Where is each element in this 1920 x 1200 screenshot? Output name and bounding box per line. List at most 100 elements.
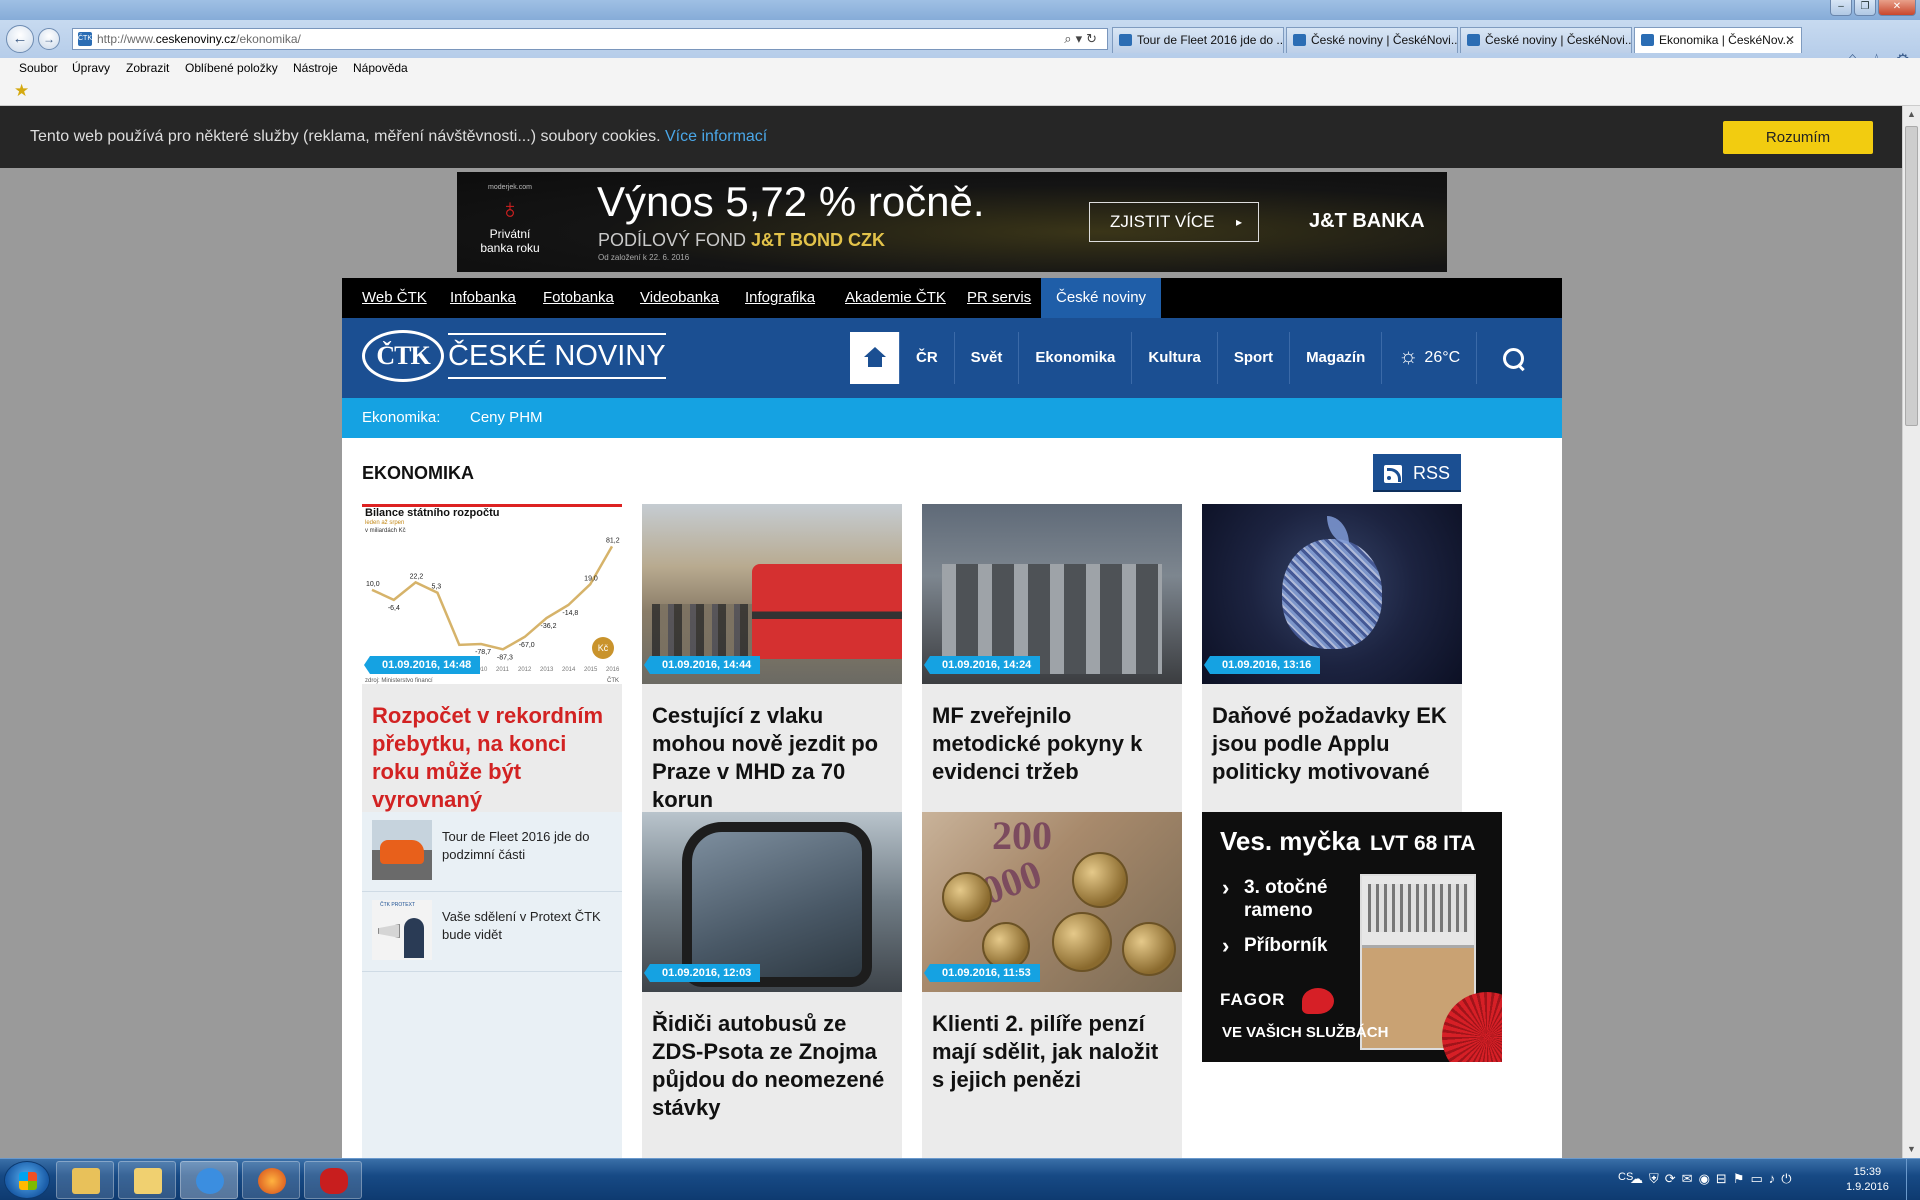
topnav-pr-servis[interactable]: PR servis xyxy=(967,289,1031,306)
folder-icon xyxy=(72,1168,100,1194)
topnav-web-ctk[interactable]: Web ČTK xyxy=(362,289,427,306)
card-title[interactable]: Cestující z vlaku mohou nově jezdit po P… xyxy=(652,702,892,814)
card-title[interactable]: Daňové požadavky EK jsou podle Applu pol… xyxy=(1212,702,1452,786)
menu-kultura[interactable]: Kultura xyxy=(1132,332,1218,384)
menu-favorites[interactable]: Oblíbené položky xyxy=(185,61,278,75)
taskbar-firefox[interactable] xyxy=(242,1161,300,1199)
car-thumbnail xyxy=(372,820,432,880)
list-item-text[interactable]: Vaše sdělení v Protext ČTK bude vidět xyxy=(442,908,612,944)
article-card[interactable]: 01.09.2016, 14:24 MF zveřejnilo metodick… xyxy=(922,504,1182,824)
taskbar-internet-explorer[interactable] xyxy=(180,1161,238,1199)
rss-button[interactable]: RSS xyxy=(1373,454,1461,492)
article-card[interactable]: 01.09.2016, 14:44 Cestující z vlaku moho… xyxy=(642,504,902,824)
ad-logo-text: Privátní banka roku xyxy=(480,227,540,255)
menu-tools[interactable]: Nástroje xyxy=(293,61,338,75)
browser-tab-active[interactable]: Ekonomika | ČeskéNov... ✕ xyxy=(1634,27,1802,53)
taskbar-clock[interactable]: 15:39 1.9.2016 xyxy=(1846,1165,1889,1195)
coin-shape xyxy=(982,922,1030,970)
show-desktop-button[interactable] xyxy=(1906,1159,1920,1200)
close-tab-icon[interactable]: ✕ xyxy=(1785,28,1795,52)
taskbar-explorer[interactable] xyxy=(56,1161,114,1199)
menu-file[interactable]: Soubor xyxy=(19,61,58,75)
forward-button[interactable]: → xyxy=(38,28,60,50)
coin-shape xyxy=(942,872,992,922)
firefox-icon xyxy=(258,1168,286,1194)
refresh-icon[interactable]: ↻ xyxy=(1086,31,1101,46)
topnav-infobanka[interactable]: Infobanka xyxy=(450,289,516,306)
display-icon[interactable]: ▭ xyxy=(1750,1171,1762,1187)
tab-favicon-icon xyxy=(1641,34,1654,46)
search-icon[interactable] xyxy=(1503,348,1525,370)
back-button[interactable]: ← xyxy=(6,25,34,53)
side-ad-banner[interactable]: Ves. myčka LVT 68 ITA 3. otočné rameno P… xyxy=(1202,812,1502,1062)
cloud-icon[interactable]: ☁ xyxy=(1630,1171,1643,1187)
menu-magazin[interactable]: Magazín xyxy=(1290,332,1383,384)
add-favorite-star-icon[interactable]: ★ xyxy=(14,81,29,101)
topnav-infografika[interactable]: Infografika xyxy=(745,289,815,306)
volume-icon[interactable]: ♪ xyxy=(1769,1171,1776,1187)
menu-home[interactable] xyxy=(850,332,900,384)
flag-icon[interactable]: ⚑ xyxy=(1733,1171,1745,1187)
card-date: 01.09.2016, 12:03 xyxy=(643,964,761,982)
article-card[interactable]: 200 1000 01.09.2016, 11:53 Klienti 2. pi… xyxy=(922,812,1182,1158)
top-ad-banner[interactable]: moderjek.com ♁ Privátní banka roku Výnos… xyxy=(457,172,1447,272)
shield-icon[interactable]: ⛨ xyxy=(1649,1171,1659,1187)
topnav-videobanka[interactable]: Videobanka xyxy=(640,289,719,306)
scroll-down-icon[interactable]: ▼ xyxy=(1903,1141,1920,1158)
menu-cr[interactable]: ČR xyxy=(900,332,955,384)
card-title[interactable]: Řidiči autobusů ze ZDS-Psota ze Znojma p… xyxy=(652,1010,892,1122)
site-logo[interactable]: ČTK ČESKÉ NOVINY xyxy=(362,330,666,382)
power-icon[interactable]: ⏻ xyxy=(1781,1171,1791,1187)
disk-icon[interactable]: ◉ xyxy=(1699,1171,1710,1187)
scroll-up-icon[interactable]: ▲ xyxy=(1903,106,1920,123)
weather-widget[interactable]: ☼ 26°C xyxy=(1382,332,1478,384)
cookie-more-link[interactable]: Více informací xyxy=(665,128,767,145)
browser-tab[interactable]: České noviny | ČeskéNovi... xyxy=(1286,27,1458,53)
tab-favicon-icon xyxy=(1467,34,1480,46)
topnav-akademie[interactable]: Akademie ČTK xyxy=(845,289,946,306)
menu-help[interactable]: Nápověda xyxy=(353,61,408,75)
cookie-accept-button[interactable]: Rozumím xyxy=(1723,121,1873,154)
menu-svet[interactable]: Svět xyxy=(955,332,1020,384)
search-icon[interactable]: ⌕ xyxy=(1064,31,1075,46)
subnav-ceny-phm[interactable]: Ceny PHM xyxy=(470,409,543,426)
ad-cta-button[interactable]: ZJISTIT VÍCE xyxy=(1089,202,1259,242)
card-title[interactable]: Rozpočet v rekordním přebytku, na konci … xyxy=(372,702,612,814)
browser-tab[interactable]: České noviny | ČeskéNovi... xyxy=(1460,27,1632,53)
article-card[interactable]: 01.09.2016, 12:03 Řidiči autobusů ze ZDS… xyxy=(642,812,902,1158)
article-card[interactable]: Bilance státního rozpočtu leden až srpen… xyxy=(362,504,622,824)
taskbar-mail[interactable] xyxy=(118,1161,176,1199)
list-item-text[interactable]: Tour de Fleet 2016 jde do podzimní části xyxy=(442,828,612,864)
restore-button[interactable]: ❐ xyxy=(1854,0,1876,16)
megaphone-icon xyxy=(378,924,400,938)
logo-mark: ČTK xyxy=(362,330,444,382)
card-title[interactable]: Klienti 2. pilíře penzí mají sdělit, jak… xyxy=(932,1010,1172,1094)
mail-icon xyxy=(134,1168,162,1194)
dropdown-icon[interactable]: ▾ xyxy=(1076,31,1087,46)
page-scrollbar[interactable]: ▲ ▼ xyxy=(1902,106,1920,1158)
topnav-fotobanka[interactable]: Fotobanka xyxy=(543,289,614,306)
chat-icon[interactable]: ✉ xyxy=(1682,1171,1693,1187)
url-path: /ekonomika/ xyxy=(236,32,301,46)
list-item[interactable]: Tour de Fleet 2016 jde do podzimní části xyxy=(362,812,622,892)
menu-view[interactable]: Zobrazit xyxy=(126,61,169,75)
scroll-thumb[interactable] xyxy=(1905,126,1918,426)
article-card[interactable]: 01.09.2016, 13:16 Daňové požadavky EK js… xyxy=(1202,504,1462,824)
menu-sport[interactable]: Sport xyxy=(1218,332,1291,384)
card-title[interactable]: MF zveřejnilo metodické pokyny k evidenc… xyxy=(932,702,1172,786)
address-bar[interactable]: ČTK http://www.ceskenoviny.cz/ekonomika/… xyxy=(72,28,1108,50)
system-tray: ☁ ⛨ ⟳ ✉ ◉ ⊟ ⚑ ▭ ♪ ⏻ xyxy=(1630,1171,1792,1187)
sun-icon: ☼ xyxy=(1398,343,1419,368)
list-item[interactable]: Vaše sdělení v Protext ČTK bude vidět xyxy=(362,892,622,972)
browser-tab[interactable]: Tour de Fleet 2016 jde do ... xyxy=(1112,27,1284,53)
network-icon[interactable]: ⊟ xyxy=(1716,1171,1727,1187)
menu-ekonomika[interactable]: Ekonomika xyxy=(1019,332,1133,384)
close-window-button[interactable]: ✕ xyxy=(1878,0,1916,16)
topnav-ceske-noviny[interactable]: České noviny xyxy=(1041,278,1162,318)
taskbar-app[interactable] xyxy=(304,1161,362,1199)
sync-icon[interactable]: ⟳ xyxy=(1665,1171,1676,1187)
menu-edit[interactable]: Úpravy xyxy=(72,61,110,75)
chart-data-label: -36,2 xyxy=(541,623,557,630)
minimize-button[interactable]: – xyxy=(1830,0,1852,16)
start-button[interactable] xyxy=(4,1161,50,1199)
